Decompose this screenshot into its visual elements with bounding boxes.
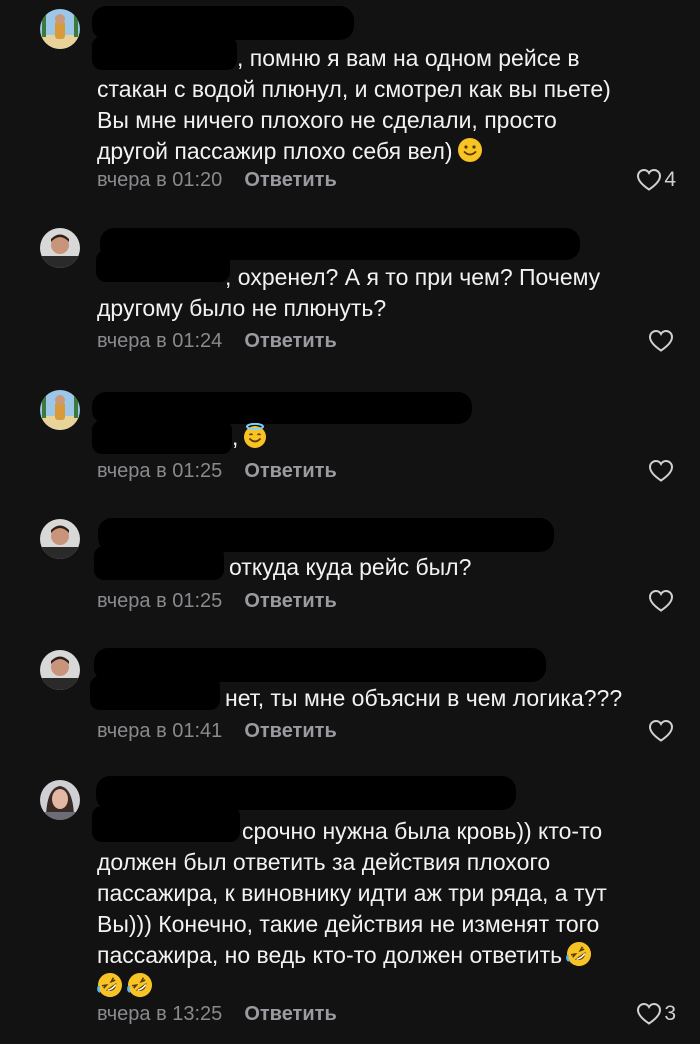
like-count: 4	[664, 168, 676, 191]
like-button[interactable]	[648, 329, 676, 353]
reply-button[interactable]: Ответить	[244, 589, 336, 613]
comment-meta: вчера в 13:25 Ответить	[97, 1002, 337, 1026]
comment-meta: вчера в 01:24 Ответить	[97, 329, 337, 353]
comment-time: вчера в 01:20	[97, 169, 223, 191]
like-button[interactable]	[648, 459, 676, 483]
heart-icon	[648, 329, 674, 352]
like-button[interactable]	[648, 589, 676, 613]
comment-time: вчера в 13:25	[97, 1003, 223, 1025]
user-avatar-man[interactable]	[40, 650, 80, 690]
user-avatar-man[interactable]	[40, 519, 80, 559]
like-button[interactable]: 4	[636, 168, 676, 192]
heart-icon	[637, 168, 662, 191]
user-avatar-man[interactable]	[40, 228, 80, 268]
rolling-on-floor-laughing-icon	[127, 972, 153, 998]
comment-time: вчера в 01:25	[97, 460, 223, 482]
comment-time: вчера в 01:25	[97, 590, 223, 612]
slightly-smiling-face-icon	[456, 137, 483, 163]
comment-meta: вчера в 01:25 Ответить	[97, 589, 337, 613]
reply-button[interactable]: Ответить	[244, 329, 336, 353]
like-button[interactable]	[648, 719, 676, 743]
user-avatar-woman[interactable]	[40, 780, 80, 820]
reply-button[interactable]: Ответить	[244, 459, 336, 483]
rolling-on-floor-laughing-icon	[566, 941, 593, 967]
comment-meta: вчера в 01:20 Ответить	[97, 168, 337, 192]
user-avatar-beach[interactable]	[40, 390, 80, 430]
comment-text: откуда куда рейс был?	[229, 554, 472, 580]
comment-text: ,	[97, 422, 687, 453]
comment-time: вчера в 01:41	[97, 720, 223, 742]
smiling-face-with-halo-icon	[243, 423, 268, 449]
comment-meta: вчера в 01:25 Ответить	[97, 459, 337, 483]
comment-text: , помню я вам на одном рейсе в стакан с …	[97, 45, 611, 164]
comment-time: вчера в 01:24	[97, 330, 223, 352]
like-button[interactable]: 3	[636, 1002, 676, 1026]
like-count: 3	[664, 1002, 676, 1025]
reply-button[interactable]: Ответить	[244, 719, 336, 743]
heart-icon	[648, 589, 674, 612]
user-avatar-beach[interactable]	[40, 9, 80, 49]
rolling-on-floor-laughing-icon	[97, 972, 123, 998]
reply-button[interactable]: Ответить	[244, 168, 336, 192]
heart-icon	[648, 719, 674, 742]
comment-text: нет, ты мне объясни в чем логика???	[225, 685, 623, 711]
comment-text: срочно нужна была кровь)) кто-то должен …	[97, 816, 687, 1002]
comment-text: , охренел? А я то при чем? Почему другом…	[97, 264, 601, 321]
comment-meta: вчера в 01:41 Ответить	[97, 719, 337, 743]
heart-icon	[637, 1002, 662, 1025]
heart-icon	[648, 459, 674, 482]
reply-button[interactable]: Ответить	[244, 1002, 336, 1026]
